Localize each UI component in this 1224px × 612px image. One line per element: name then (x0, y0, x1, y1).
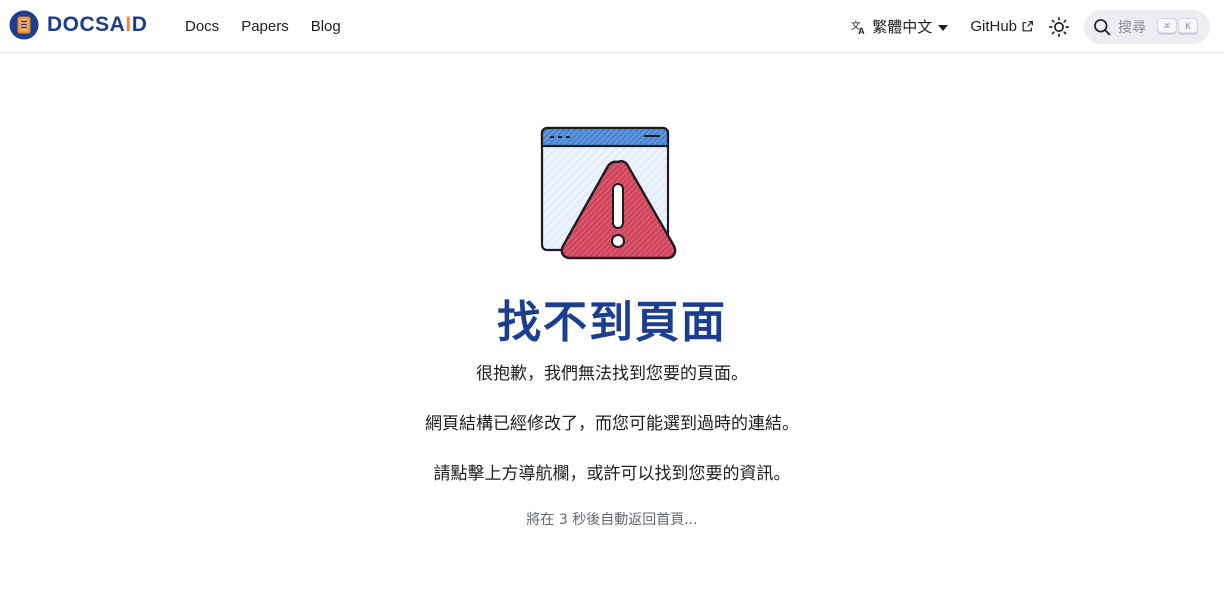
docsaid-logo-icon (9, 10, 39, 40)
caret-down-icon (938, 24, 949, 31)
message-line-2: 網頁結構已經修改了，而您可能選到過時的連結。 (425, 414, 799, 434)
main-content: 找不到頁面 很抱歉，我們無法找到您要的頁面。 網頁結構已經修改了，而您可能選到過… (0, 54, 1224, 612)
sun-icon (1049, 16, 1069, 37)
key-k: K (1179, 19, 1197, 34)
key-cmd: ⌘ (1158, 19, 1176, 34)
page-title: 找不到頁面 (497, 297, 727, 348)
nav-link-docs[interactable]: Docs (185, 18, 219, 35)
nav-link-blog[interactable]: Blog (311, 18, 341, 35)
search-shortcut: ⌘ K (1158, 19, 1197, 34)
language-dropdown[interactable]: 文 A 繁體中文 (850, 16, 949, 37)
theme-toggle-button[interactable] (1048, 16, 1070, 38)
browser-warning-icon (540, 126, 677, 260)
brand-link[interactable]: DOCSAID (9, 10, 147, 40)
navbar-right: 文 A 繁體中文 GitHub 搜尋 ⌘ K (850, 0, 1210, 53)
nav-link-papers[interactable]: Papers (241, 18, 289, 35)
brand-name: DOCSAID (47, 13, 148, 36)
language-label: 繁體中文 (872, 18, 933, 36)
primary-nav: Docs Papers Blog (185, 0, 363, 53)
search-button[interactable]: 搜尋 ⌘ K (1084, 9, 1210, 44)
navbar: DOCSAID Docs Papers Blog 文 A 繁體中文 GitHub (0, 0, 1224, 53)
message-line-1: 很抱歉，我們無法找到您要的頁面。 (476, 364, 748, 384)
svg-text:A: A (858, 26, 865, 36)
external-link-icon (1022, 21, 1033, 32)
github-link[interactable]: GitHub (970, 18, 1034, 35)
search-icon (1094, 18, 1111, 35)
message-line-3: 請點擊上方導航欄，或許可以找到您要的資訊。 (433, 464, 791, 484)
search-placeholder: 搜尋 (1118, 19, 1146, 36)
github-label: GitHub (970, 18, 1017, 35)
redirect-note: 將在 3 秒後自動返回首頁... (526, 512, 698, 528)
translate-icon: 文 A (851, 18, 865, 36)
